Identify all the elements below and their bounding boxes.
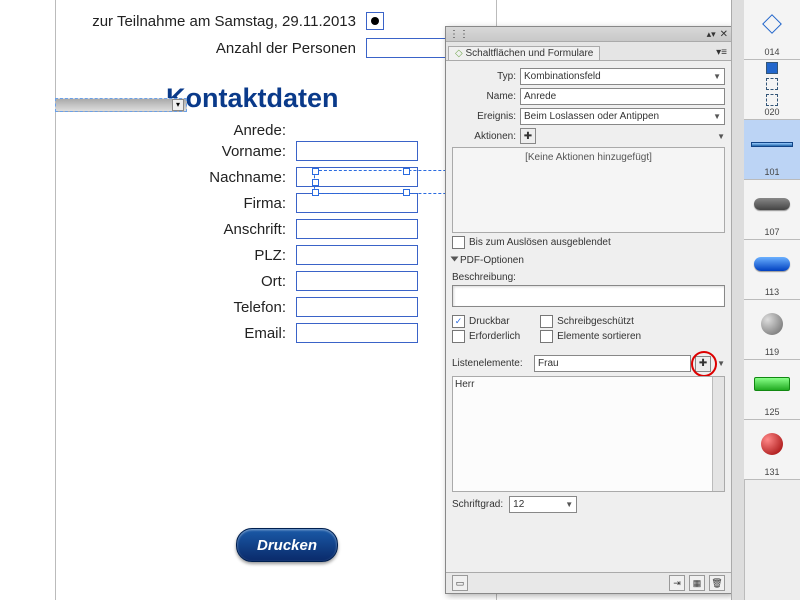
- label-telefon: Telefon:: [56, 299, 296, 316]
- label-hide-until: Bis zum Auslösen ausgeblendet: [469, 237, 611, 248]
- input-name[interactable]: Anrede: [520, 88, 725, 105]
- checkbox-schreibgeschuetzt[interactable]: [540, 315, 553, 328]
- select-schriftgrad[interactable]: 12▼: [509, 496, 577, 513]
- label-persons: Anzahl der Personen: [56, 40, 366, 57]
- add-list-item-button[interactable]: ✚: [695, 356, 711, 372]
- field-email[interactable]: [296, 323, 418, 343]
- label-anschrift: Anschrift:: [56, 221, 296, 238]
- list-items-box[interactable]: Herr: [452, 376, 725, 492]
- add-action-button[interactable]: ✚: [520, 128, 536, 144]
- preview-icon[interactable]: ▭: [452, 575, 468, 591]
- label-druckbar: Druckbar: [469, 316, 510, 327]
- field-plz[interactable]: [296, 245, 418, 265]
- section-pdf-options: PDF-Optionen: [460, 255, 524, 266]
- library-item[interactable]: 020: [744, 60, 800, 120]
- grip-icon: ⋮⋮: [449, 29, 469, 40]
- trash-icon[interactable]: 🗑: [709, 575, 725, 591]
- label-participation: zur Teilnahme am Samstag, 29.11.2013: [56, 13, 366, 30]
- library-item[interactable]: 125: [744, 360, 800, 420]
- label-firma: Firma:: [56, 195, 296, 212]
- checkbox-druckbar[interactable]: ✓: [452, 315, 465, 328]
- scrollbar[interactable]: [712, 377, 724, 491]
- select-typ[interactable]: Kombinationsfeld▼: [520, 68, 725, 85]
- label-aktionen: Aktionen:: [452, 131, 516, 142]
- library-item[interactable]: 113: [744, 240, 800, 300]
- label-anrede: Anrede:: [56, 122, 296, 139]
- field-vorname[interactable]: [296, 141, 418, 161]
- field-firma[interactable]: [296, 193, 418, 213]
- panel-footer: ▭ ⇥ ▦ 🗑: [446, 572, 731, 593]
- checkbox-erforderlich[interactable]: [452, 330, 465, 343]
- expander-icon[interactable]: [451, 257, 459, 262]
- label-schriftgrad: Schriftgrad:: [452, 499, 503, 510]
- label-typ: Typ:: [452, 71, 516, 82]
- panel-tabs: ◇ Schaltflächen und Formulare ▾≡: [446, 42, 731, 61]
- field-ort[interactable]: [296, 271, 418, 291]
- label-vorname: Vorname:: [56, 143, 296, 160]
- checkbox-hide-until[interactable]: [452, 236, 465, 249]
- close-icon[interactable]: ✕: [720, 29, 728, 40]
- label-beschreibung: Beschreibung:: [452, 272, 725, 283]
- action-menu-icon[interactable]: ▼: [717, 132, 725, 141]
- label-nachname: Nachname:: [56, 169, 296, 186]
- field-telefon[interactable]: [296, 297, 418, 317]
- buttons-forms-panel: ⋮⋮ ▴▾ ✕ ◇ Schaltflächen und Formulare ▾≡…: [445, 26, 732, 594]
- label-ereignis: Ereignis:: [452, 111, 516, 122]
- panel-titlebar[interactable]: ⋮⋮ ▴▾ ✕: [446, 27, 731, 42]
- library-item[interactable]: 107: [744, 180, 800, 240]
- form-document: zur Teilnahme am Samstag, 29.11.2013 Anz…: [55, 0, 497, 600]
- label-plz: PLZ:: [56, 247, 296, 264]
- input-beschreibung[interactable]: [452, 285, 725, 307]
- label-sortieren: Elemente sortieren: [557, 331, 641, 342]
- checkbox-sortieren[interactable]: [540, 330, 553, 343]
- collapse-icon[interactable]: ▴▾: [707, 29, 716, 40]
- library-item[interactable]: 119: [744, 300, 800, 360]
- input-list-item[interactable]: Frau: [534, 355, 691, 372]
- print-button[interactable]: Drucken: [236, 528, 338, 562]
- button-library: 014 020 101 107 113 119 125 131: [731, 0, 800, 600]
- label-erforderlich: Erforderlich: [469, 331, 520, 342]
- divider-object[interactable]: ▾: [55, 98, 187, 112]
- tab-order-icon[interactable]: ⇥: [669, 575, 685, 591]
- chevron-down-icon[interactable]: ▾: [172, 99, 184, 111]
- list-menu-icon[interactable]: ▼: [717, 359, 725, 368]
- library-item[interactable]: 131: [744, 420, 800, 480]
- tab-buttons-forms[interactable]: ◇ Schaltflächen und Formulare: [448, 46, 600, 60]
- list-item[interactable]: Herr: [455, 379, 722, 390]
- label-ort: Ort:: [56, 273, 296, 290]
- library-item[interactable]: 014: [744, 0, 800, 60]
- panel-menu-icon[interactable]: ▾≡: [712, 45, 731, 60]
- label-schreib: Schreibgeschützt: [557, 316, 634, 327]
- label-name: Name:: [452, 91, 516, 102]
- convert-icon[interactable]: ▦: [689, 575, 705, 591]
- library-item-selected[interactable]: 101: [744, 120, 800, 180]
- radio-saturday[interactable]: [366, 12, 384, 30]
- label-listenelemente: Listenelemente:: [452, 358, 530, 369]
- actions-list[interactable]: [Keine Aktionen hinzugefügt]: [452, 147, 725, 233]
- field-anschrift[interactable]: [296, 219, 418, 239]
- label-email: Email:: [56, 325, 296, 342]
- select-ereignis[interactable]: Beim Loslassen oder Antippen▼: [520, 108, 725, 125]
